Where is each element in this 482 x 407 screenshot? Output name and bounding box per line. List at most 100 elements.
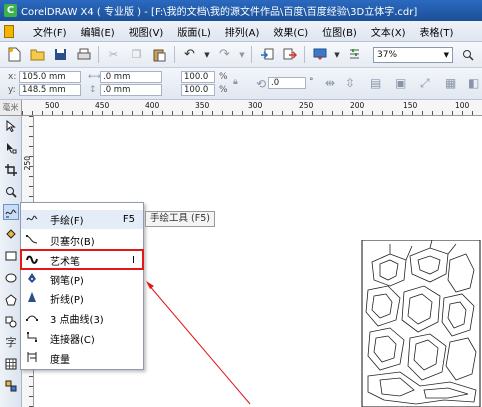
- bezier-icon: [24, 234, 40, 247]
- redo-dropdown-icon[interactable]: ▼: [239, 46, 245, 63]
- group-icon[interactable]: ▣: [395, 76, 406, 90]
- crop-tool-icon[interactable]: [3, 162, 19, 178]
- menu-file[interactable]: 文件(F): [26, 24, 74, 39]
- toolbox: 字: [0, 116, 22, 407]
- curve-tools-flyout: 手绘(F) F5 贝塞尔(B) 艺术笔 I 钢笔(P) 折线(P) 3 点曲线(…: [20, 202, 144, 370]
- scale-y-field[interactable]: 100.0: [181, 84, 215, 96]
- standard-toolbar: ✂ ❐ ↶ ▼ ↷ ▼ ▼ 37% ▼: [0, 42, 482, 68]
- zoom-level-select[interactable]: 37% ▼: [373, 46, 453, 63]
- ruler-number: 350: [195, 101, 210, 110]
- ruler-number: 150: [403, 101, 418, 110]
- export-icon[interactable]: [281, 46, 298, 63]
- menu-effects[interactable]: 效果(C): [266, 24, 315, 39]
- options-icon[interactable]: [346, 46, 363, 63]
- align-icon[interactable]: ▤: [370, 76, 381, 90]
- flyout-item-3-point-curve[interactable]: 3 点曲线(3): [21, 309, 143, 328]
- flyout-item-freehand[interactable]: 手绘(F) F5: [21, 210, 143, 229]
- launcher-dropdown-icon[interactable]: ▼: [334, 46, 340, 63]
- zoom-icon[interactable]: [459, 46, 476, 63]
- ruler-number: 400: [145, 101, 160, 110]
- toolbar-separator: [251, 46, 252, 63]
- text-tool-icon[interactable]: 字: [3, 334, 19, 350]
- polygon-tool-icon[interactable]: [3, 292, 19, 308]
- print-icon[interactable]: [75, 46, 92, 63]
- cut-icon[interactable]: ✂: [105, 46, 122, 63]
- ruler-number: 200: [350, 101, 365, 110]
- tool-tooltip: 手绘工具 (F5): [145, 211, 215, 227]
- y-position-field[interactable]: 148.5 mm: [19, 84, 81, 96]
- ruler-ticks: [22, 111, 482, 115]
- open-folder-icon[interactable]: [29, 46, 46, 63]
- toolbar-separator: [98, 46, 99, 63]
- flyout-item-label: 度量: [50, 355, 70, 366]
- height-icon: ↕: [89, 85, 97, 95]
- coreldraw-app-icon[interactable]: C: [4, 4, 17, 17]
- ruler-number: 500: [45, 101, 60, 110]
- line-icon[interactable]: ⤢: [420, 76, 430, 91]
- application-launcher-icon[interactable]: [311, 46, 328, 63]
- ellipse-tool-icon[interactable]: [3, 270, 19, 286]
- lock-ratio-icon[interactable]: 🔒︎: [233, 77, 238, 87]
- flyout-item-connector[interactable]: 连接器(C): [21, 329, 143, 348]
- redo-icon[interactable]: ↷: [216, 46, 233, 63]
- new-document-icon[interactable]: [6, 46, 23, 63]
- flyout-item-shortcut: I: [132, 255, 135, 266]
- canvas-artwork[interactable]: [360, 240, 482, 407]
- mirror-horizontal-icon[interactable]: ⇹: [325, 76, 335, 90]
- menu-bar: 文件(F) 编辑(E) 视图(V) 版面(L) 排列(A) 效果(C) 位图(B…: [0, 21, 482, 42]
- horizontal-ruler[interactable]: 500 450 400 350 300 250 200 150 100: [22, 100, 482, 116]
- x-position-field[interactable]: 105.0 mm: [19, 71, 81, 83]
- undo-icon[interactable]: ↶: [181, 46, 198, 63]
- zoom-tool-icon[interactable]: [3, 184, 19, 200]
- flyout-item-dimension[interactable]: 度量: [21, 349, 143, 368]
- flyout-item-pen[interactable]: 钢笔(P): [21, 270, 143, 289]
- property-bar: x: y: 105.0 mm 148.5 mm ⟷ ↕ .0 mm .0 mm …: [0, 68, 482, 100]
- chevron-down-icon: ▼: [443, 50, 449, 59]
- pen-icon: [24, 272, 40, 287]
- flyout-item-label: 手绘(F): [50, 216, 84, 227]
- flyout-item-bezier[interactable]: 贝塞尔(B): [21, 231, 143, 250]
- freehand-tool-icon[interactable]: [3, 204, 19, 220]
- copy-icon[interactable]: ❐: [128, 46, 145, 63]
- rotation-icon: ⟲: [256, 77, 267, 91]
- menu-text[interactable]: 文本(X): [364, 24, 413, 39]
- basic-shapes-tool-icon[interactable]: [3, 314, 19, 330]
- convert-icon[interactable]: ◧: [468, 76, 479, 90]
- save-icon[interactable]: [52, 46, 69, 63]
- flyout-item-label: 3 点曲线(3): [50, 315, 104, 326]
- connector-icon: [24, 331, 40, 346]
- pick-tool-icon[interactable]: [3, 118, 19, 134]
- rotation-field[interactable]: .0: [268, 77, 306, 89]
- mirror-vertical-icon[interactable]: ⇳: [345, 76, 355, 90]
- window-title: CorelDRAW X4 ( 专业版 ) - [F:\我的文档\我的源文件作品\…: [21, 7, 418, 18]
- width-field[interactable]: .0 mm: [100, 71, 162, 83]
- flyout-item-artistic-media[interactable]: 艺术笔 I: [21, 251, 143, 270]
- interactive-blend-tool-icon[interactable]: [3, 378, 19, 394]
- rectangle-tool-icon[interactable]: [3, 248, 19, 264]
- import-icon[interactable]: [258, 46, 275, 63]
- shape-tool-icon[interactable]: [3, 140, 19, 156]
- menu-table[interactable]: 表格(T): [413, 24, 461, 39]
- table-tool-icon[interactable]: [3, 356, 19, 372]
- toolbar-separator: [174, 46, 175, 63]
- scale-x-field[interactable]: 100.0: [181, 71, 215, 83]
- smart-fill-tool-icon[interactable]: [3, 226, 19, 242]
- menu-edit[interactable]: 编辑(E): [74, 24, 122, 39]
- zoom-level-value: 37%: [377, 49, 398, 60]
- height-field[interactable]: .0 mm: [100, 84, 162, 96]
- flyout-item-label: 钢笔(P): [50, 276, 84, 287]
- flyout-item-polyline[interactable]: 折线(P): [21, 289, 143, 308]
- polyline-icon: [24, 291, 40, 306]
- flyout-item-label: 折线(P): [50, 295, 84, 306]
- menu-layout[interactable]: 版面(L): [170, 24, 217, 39]
- ruler-corner[interactable]: 毫米: [0, 100, 22, 116]
- menu-view[interactable]: 视图(V): [122, 24, 171, 39]
- freehand-icon: [24, 213, 40, 226]
- undo-dropdown-icon[interactable]: ▼: [204, 46, 210, 63]
- menu-arrange[interactable]: 排列(A): [218, 24, 267, 39]
- outline-icon[interactable]: ▦: [445, 76, 456, 90]
- document-icon[interactable]: [4, 24, 14, 38]
- menu-bitmaps[interactable]: 位图(B): [315, 24, 364, 39]
- width-icon: ⟷: [88, 72, 101, 82]
- paste-icon[interactable]: [151, 46, 168, 63]
